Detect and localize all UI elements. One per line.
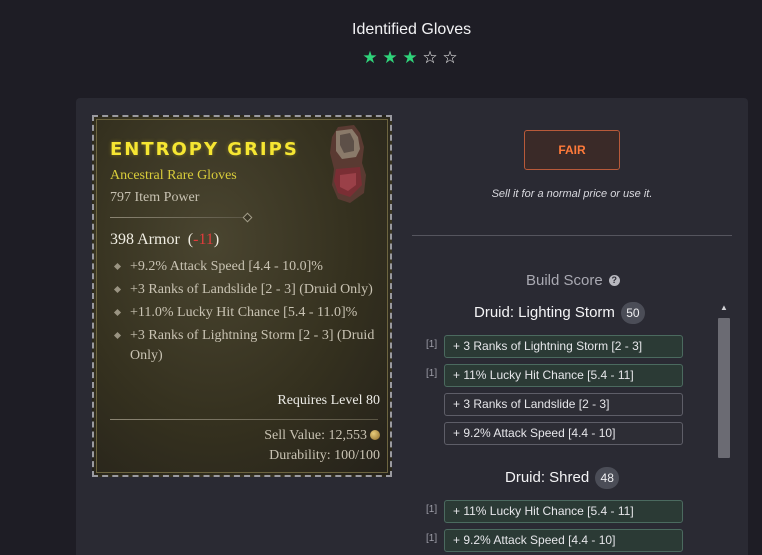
scroll-thumb[interactable] xyxy=(718,318,730,458)
divider-bottom xyxy=(110,419,378,420)
item-power: 797 Item Power xyxy=(110,190,200,205)
coin-icon xyxy=(370,430,380,440)
star-icon-1: ★ xyxy=(362,48,378,67)
star-icon-2: ★ xyxy=(382,48,398,67)
build-title: Druid: Lighting Storm 50 xyxy=(474,302,645,324)
required-level: Requires Level 80 xyxy=(277,393,380,408)
affix-pill[interactable]: + 3 Ranks of Lightning Storm [2 - 3] xyxy=(444,335,683,358)
durability: Durability: 100/100 xyxy=(269,448,380,463)
armor-value: 398 Armor (-11) xyxy=(110,231,220,248)
star-icon-3: ★ xyxy=(402,48,418,67)
affix-pill[interactable]: + 11% Lucky Hit Chance [5.4 - 11] xyxy=(444,500,683,523)
scroll-up-arrow-icon[interactable]: ▲ xyxy=(716,300,732,316)
sell-value: Sell Value: 12,553 xyxy=(264,428,380,444)
match-tag: [1] xyxy=(426,368,438,379)
help-icon[interactable]: ? xyxy=(608,275,620,286)
page-title: Identified Gloves xyxy=(352,21,472,38)
affix-line: +3 Ranks of Lightning Storm [2 - 3] (Dru… xyxy=(114,326,384,366)
rating-badge[interactable]: FAIR xyxy=(524,130,620,170)
separator xyxy=(412,235,732,236)
build-title: Druid: Shred 48 xyxy=(505,467,620,489)
affix-pill[interactable]: + 9.2% Attack Speed [4.4 - 10] xyxy=(444,422,683,445)
item-name: ENTROPY GRIPS xyxy=(110,139,299,160)
build-score-label: Build Score? xyxy=(526,272,620,289)
glove-icon xyxy=(330,125,366,203)
score-badge: 50 xyxy=(620,302,645,324)
affix-pill[interactable]: + 11% Lucky Hit Chance [5.4 - 11] xyxy=(444,364,683,387)
affix-line: +3 Ranks of Landslide [2 - 3] (Druid Onl… xyxy=(114,280,384,300)
rating-stars: ★ ★ ★ ☆ ☆ xyxy=(361,49,459,67)
star-icon-5: ☆ xyxy=(442,48,458,67)
score-badge: 48 xyxy=(595,467,620,489)
affix-pill[interactable]: + 3 Ranks of Landslide [2 - 3] xyxy=(444,393,683,416)
armor-delta: -11 xyxy=(193,231,214,248)
affix-list: +9.2% Attack Speed [4.4 - 10.0]% +3 Rank… xyxy=(114,257,384,369)
item-type: Ancestral Rare Gloves xyxy=(110,168,237,183)
star-icon-4: ☆ xyxy=(422,48,438,67)
rating-advice: Sell it for a normal price or use it. xyxy=(491,188,653,200)
match-tag: [1] xyxy=(426,533,438,544)
item-tooltip-card: ENTROPY GRIPS Ancestral Rare Gloves 797 … xyxy=(92,115,392,477)
affix-line: +9.2% Attack Speed [4.4 - 10.0]% xyxy=(114,257,384,277)
match-tag: [1] xyxy=(426,339,438,350)
scrollbar[interactable]: ▲ xyxy=(716,300,732,555)
divider-top xyxy=(110,212,253,223)
affix-line: +11.0% Lucky Hit Chance [5.4 - 11.0]% xyxy=(114,303,384,323)
affix-pill[interactable]: + 9.2% Attack Speed [4.4 - 10] xyxy=(444,529,683,552)
match-tag: [1] xyxy=(426,504,438,515)
